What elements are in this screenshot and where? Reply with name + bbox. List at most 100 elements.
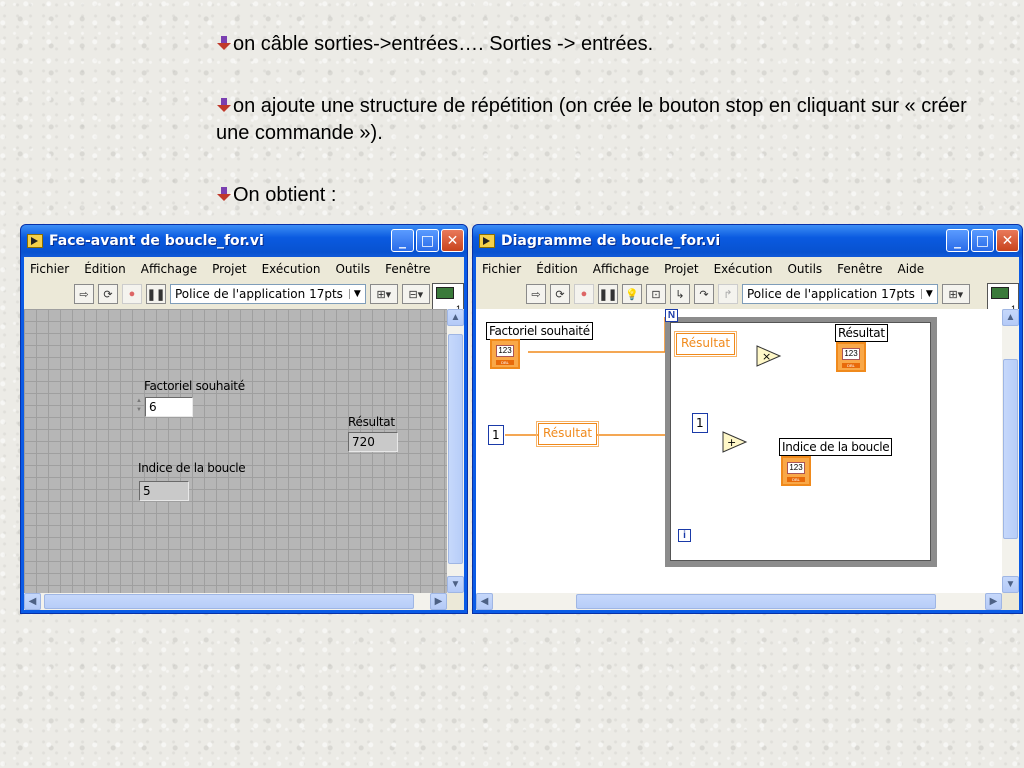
multiply-node-icon[interactable]: × bbox=[756, 345, 782, 367]
indice-indicator-terminal[interactable]: 123 DBL bbox=[781, 456, 811, 486]
front-panel-window[interactable]: Face-avant de boucle_for.vi _ □ ✕ Fichie… bbox=[20, 224, 468, 614]
scroll-left-icon[interactable]: ◀ bbox=[24, 593, 41, 610]
abort-icon[interactable]: ● bbox=[122, 284, 142, 304]
align-icon[interactable]: ⊞▾ bbox=[369, 284, 398, 304]
minimize-button[interactable]: _ bbox=[946, 229, 969, 252]
scroll-up-icon[interactable]: ▲ bbox=[447, 309, 464, 326]
block-diagram-titlebar[interactable]: Diagramme de boucle_for.vi _ □ ✕ bbox=[473, 225, 1022, 257]
step-into-icon[interactable]: ↳ bbox=[670, 284, 690, 304]
scroll-down-icon[interactable]: ▼ bbox=[447, 576, 464, 593]
front-panel-toolbar: ⇨ ⟳ ● ❚❚ Police de l'application 17pts ▼ … bbox=[24, 281, 464, 307]
indice-out-label: Indice de la boucle bbox=[779, 438, 893, 456]
abort-icon[interactable]: ● bbox=[574, 284, 594, 304]
block-diagram-canvas[interactable]: Factoriel souhaité 123 DBL 1 Résultat N … bbox=[476, 309, 1002, 593]
bullet-text-1: on câble sorties->entrées…. Sorties -> e… bbox=[233, 33, 654, 55]
horizontal-scroll-thumb[interactable] bbox=[44, 594, 414, 609]
resultat-indicator-terminal[interactable]: 123 DBL bbox=[836, 342, 866, 372]
align-icon[interactable]: ⊞▾ bbox=[941, 284, 970, 304]
indice-label: Indice de la boucle bbox=[138, 461, 246, 475]
run-continuously-icon[interactable]: ⟳ bbox=[98, 284, 118, 304]
menu-affichage[interactable]: Affichage bbox=[141, 262, 197, 276]
run-continuously-icon[interactable]: ⟳ bbox=[550, 284, 570, 304]
vertical-scrollbar[interactable]: ▲ ▼ bbox=[447, 309, 464, 593]
scroll-right-icon[interactable]: ▶ bbox=[985, 593, 1002, 610]
font-select-value: Police de l'application 17pts bbox=[175, 287, 343, 301]
maximize-button[interactable]: □ bbox=[971, 229, 994, 252]
factoriel-terminal[interactable]: 123 DBL bbox=[490, 339, 520, 369]
const-one-inner[interactable]: 1 bbox=[692, 413, 708, 433]
menu-fenetre[interactable]: Fenêtre bbox=[385, 262, 430, 276]
menu-projet[interactable]: Projet bbox=[212, 262, 246, 276]
menu-edition[interactable]: Édition bbox=[84, 262, 126, 276]
resultat-shift-register-init[interactable]: Résultat bbox=[535, 421, 600, 447]
terminal-numeric-text: 123 bbox=[842, 348, 860, 360]
vertical-scrollbar[interactable]: ▲ ▼ bbox=[1002, 309, 1019, 593]
step-over-icon[interactable]: ↷ bbox=[694, 284, 714, 304]
down-arrow-bullet-icon bbox=[217, 187, 231, 201]
pause-icon[interactable]: ❚❚ bbox=[598, 284, 618, 304]
scroll-left-icon[interactable]: ◀ bbox=[476, 593, 493, 610]
vertical-scroll-thumb[interactable] bbox=[448, 334, 463, 564]
resultat-label: Résultat bbox=[348, 415, 395, 429]
const-one-outer[interactable]: 1 bbox=[488, 425, 504, 445]
retain-wire-values-icon[interactable]: ⊡ bbox=[646, 284, 666, 304]
menu-execution[interactable]: Exécution bbox=[714, 262, 773, 276]
front-panel-titlebar[interactable]: Face-avant de boucle_for.vi _ □ ✕ bbox=[21, 225, 467, 257]
front-panel-title: Face-avant de boucle_for.vi bbox=[49, 233, 264, 249]
menu-outils[interactable]: Outils bbox=[335, 262, 370, 276]
terminal-type-badge: DBL bbox=[842, 363, 860, 368]
distribute-icon[interactable]: ⊟▾ bbox=[401, 284, 430, 304]
menu-outils[interactable]: Outils bbox=[787, 262, 822, 276]
loop-count-terminal[interactable]: N bbox=[665, 309, 678, 322]
bullet-text-3: On obtient : bbox=[233, 184, 337, 206]
factoriel-input[interactable]: 6 bbox=[145, 397, 193, 417]
resultat-shift-register[interactable]: Résultat bbox=[673, 331, 738, 357]
font-select[interactable]: Police de l'application 17pts ▼ bbox=[170, 284, 366, 304]
menu-affichage[interactable]: Affichage bbox=[593, 262, 649, 276]
step-out-icon[interactable]: ↱ bbox=[718, 284, 738, 304]
pause-icon[interactable]: ❚❚ bbox=[146, 284, 166, 304]
increment-decrement-icon[interactable]: ▲ ▼ bbox=[135, 397, 143, 417]
bullet-line-2: on ajoute une structure de répétition (o… bbox=[216, 93, 976, 147]
front-panel-canvas[interactable]: Factoriel souhaité ▲ ▼ 6 Résultat 720 Ind… bbox=[24, 309, 447, 593]
block-diagram-title: Diagramme de boucle_for.vi bbox=[501, 233, 721, 249]
scroll-up-icon[interactable]: ▲ bbox=[1002, 309, 1019, 326]
bullet-text-2: on ajoute une structure de répétition (o… bbox=[216, 95, 967, 144]
menu-fenetre[interactable]: Fenêtre bbox=[837, 262, 882, 276]
horizontal-scrollbar[interactable]: ◀ ▶ bbox=[24, 593, 447, 610]
horizontal-scrollbar[interactable]: ◀ ▶ bbox=[476, 593, 1002, 610]
run-icon[interactable]: ⇨ bbox=[74, 284, 94, 304]
close-button[interactable]: ✕ bbox=[996, 229, 1019, 252]
menu-fichier[interactable]: Fichier bbox=[482, 262, 521, 276]
terminal-type-badge: DBL bbox=[787, 477, 805, 482]
menu-edition[interactable]: Édition bbox=[536, 262, 578, 276]
indice-indicator: 5 bbox=[139, 481, 189, 501]
add-node-icon[interactable]: + bbox=[722, 431, 748, 453]
block-diagram-window[interactable]: Diagramme de boucle_for.vi _ □ ✕ Fichier… bbox=[472, 224, 1023, 614]
loop-index-terminal[interactable]: i bbox=[678, 529, 691, 542]
resize-grip[interactable] bbox=[447, 593, 464, 610]
scroll-right-icon[interactable]: ▶ bbox=[430, 593, 447, 610]
terminal-numeric-text: 123 bbox=[496, 345, 514, 357]
menu-execution[interactable]: Exécution bbox=[262, 262, 321, 276]
menu-fichier[interactable]: Fichier bbox=[30, 262, 69, 276]
resultat-out-label: Résultat bbox=[835, 324, 888, 342]
run-icon[interactable]: ⇨ bbox=[526, 284, 546, 304]
resize-grip[interactable] bbox=[1002, 593, 1019, 610]
scroll-down-icon[interactable]: ▼ bbox=[1002, 576, 1019, 593]
close-button[interactable]: ✕ bbox=[441, 229, 464, 252]
bullet-line-1: on câble sorties->entrées…. Sorties -> e… bbox=[216, 31, 653, 58]
resultat-indicator: 720 bbox=[348, 432, 398, 452]
maximize-button[interactable]: □ bbox=[416, 229, 439, 252]
horizontal-scroll-thumb[interactable] bbox=[576, 594, 936, 609]
terminal-numeric-text: 123 bbox=[787, 462, 805, 474]
minimize-button[interactable]: _ bbox=[391, 229, 414, 252]
menu-aide[interactable]: Aide bbox=[898, 262, 925, 276]
block-diagram-menubar: Fichier Édition Affichage Projet Exécuti… bbox=[476, 257, 1019, 281]
add-symbol: + bbox=[727, 436, 736, 449]
menu-projet[interactable]: Projet bbox=[664, 262, 698, 276]
highlight-execution-icon[interactable]: 💡 bbox=[622, 284, 642, 304]
front-panel-menubar: Fichier Édition Affichage Projet Exécuti… bbox=[24, 257, 464, 281]
vertical-scroll-thumb[interactable] bbox=[1003, 359, 1018, 539]
font-select[interactable]: Police de l'application 17pts ▼ bbox=[742, 284, 938, 304]
